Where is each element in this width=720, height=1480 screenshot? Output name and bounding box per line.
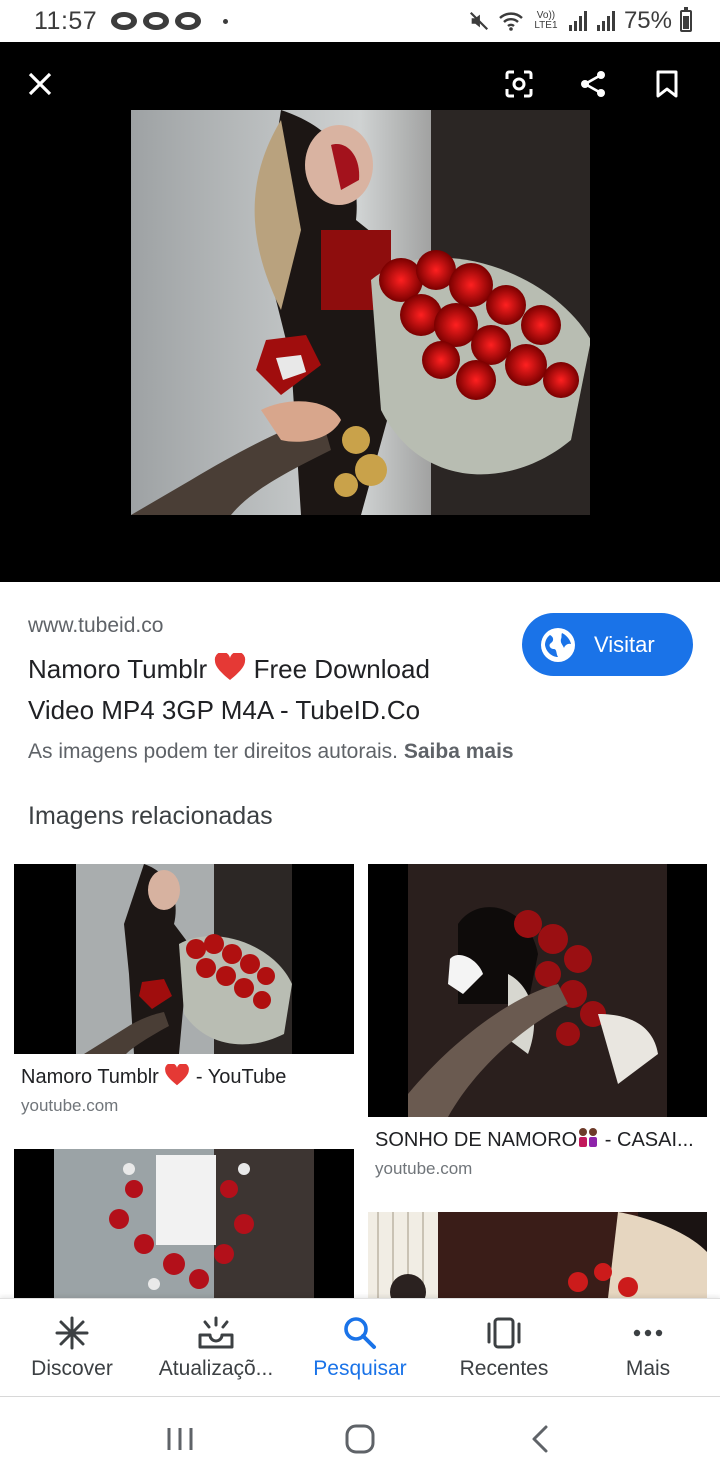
wifi-icon	[499, 12, 523, 31]
nav-updates[interactable]: Atualizaçõ...	[144, 1299, 288, 1396]
recent-apps-button[interactable]	[150, 1414, 210, 1464]
status-indicators: Vo)) LTE1 75%	[468, 7, 692, 35]
copyright-text: As imagens podem ter direitos autorais.	[28, 740, 399, 763]
globe-icon	[541, 627, 575, 662]
bookmark-icon	[656, 70, 678, 98]
related-title-2-text: SONHO DE NAMORO	[375, 1129, 578, 1151]
system-navigation-bar	[0, 1396, 720, 1480]
close-button[interactable]	[18, 62, 62, 106]
copyright-notice: As imagens podem ter direitos autorais. …	[28, 740, 514, 764]
bottom-navigation: Discover Atualizaçõ... Pesquisar Recente…	[0, 1298, 720, 1396]
related-title-2[interactable]: SONHO DE NAMORO - CASAI...	[375, 1127, 705, 1155]
related-image-3[interactable]	[14, 1149, 354, 1298]
visit-label: Visitar	[594, 631, 655, 657]
nav-search[interactable]: Pesquisar	[288, 1299, 432, 1396]
nav-recents[interactable]: Recentes	[432, 1299, 576, 1396]
related-images-heading: Imagens relacionadas	[28, 802, 273, 830]
nav-discover[interactable]: Discover	[0, 1299, 144, 1396]
visit-button[interactable]: Visitar	[522, 613, 693, 676]
related-domain-2: youtube.com	[375, 1159, 473, 1178]
nav-label: Mais	[625, 1357, 671, 1380]
back-icon	[532, 1425, 548, 1452]
updates-icon	[198, 1316, 234, 1349]
related-image-2[interactable]	[368, 864, 707, 1117]
thumbnail-couple-illustration	[408, 864, 667, 1117]
status-time: 11:57	[34, 6, 98, 35]
more-icon	[633, 1329, 663, 1337]
image-viewer	[0, 42, 720, 582]
heart-emoji-icon	[164, 1064, 190, 1092]
more-notifications-icon	[223, 18, 229, 24]
nav-label: Discover	[31, 1357, 113, 1380]
battery-icon	[680, 7, 692, 32]
source-url[interactable]: www.tubeid.co	[28, 614, 163, 638]
back-button[interactable]	[510, 1414, 570, 1464]
mute-icon	[469, 11, 488, 31]
nav-label: Atualizaçõ...	[158, 1357, 274, 1380]
battery-percent: 75%	[623, 7, 672, 34]
close-icon	[28, 72, 52, 96]
home-icon	[345, 1424, 375, 1453]
notification-icons	[111, 12, 229, 30]
screen: 11:57 Vo)) LTE1 75% www.tubeid.co Namoro…	[0, 0, 720, 1480]
bookmark-button[interactable]	[645, 62, 689, 106]
nav-label: Recentes	[459, 1357, 549, 1380]
network-type-label: Vo)) LTE1	[534, 10, 558, 31]
related-image-1[interactable]	[14, 864, 354, 1054]
notification-icon	[175, 12, 202, 30]
lens-button[interactable]	[497, 62, 541, 106]
thumbnail-flowers-illustration	[54, 1149, 314, 1298]
result-title-part1: Namoro Tumblr	[28, 654, 215, 684]
thumbnail-night-illustration	[368, 1212, 707, 1298]
notification-icon	[143, 12, 170, 30]
heart-emoji-icon	[214, 651, 246, 691]
share-button[interactable]	[571, 62, 615, 106]
lens-icon	[505, 70, 533, 98]
related-title-1-suffix: - YouTube	[190, 1066, 287, 1088]
recent-apps-icon	[167, 1427, 193, 1450]
result-title[interactable]: Namoro Tumblr Free Download Video MP4 3G…	[28, 650, 478, 729]
recents-icon	[487, 1317, 521, 1349]
nav-label: Pesquisar	[313, 1357, 407, 1380]
related-image-4[interactable]	[368, 1212, 707, 1298]
related-title-2-suffix: - CASAI...	[599, 1129, 694, 1151]
related-title-1-text: Namoro Tumblr	[21, 1066, 165, 1088]
signal-icon	[568, 11, 587, 31]
learn-more-link[interactable]: Saiba mais	[404, 740, 514, 763]
notification-icon	[111, 12, 138, 30]
signal-icon	[596, 11, 615, 31]
related-domain-1: youtube.com	[21, 1096, 119, 1115]
thumbnail-bouquet-illustration	[76, 864, 292, 1054]
nav-more[interactable]: Mais	[576, 1299, 720, 1396]
related-title-1[interactable]: Namoro Tumblr - YouTube	[21, 1064, 351, 1092]
share-icon	[581, 71, 605, 97]
photo-bouquet-illustration	[131, 110, 590, 515]
main-image[interactable]	[131, 110, 590, 515]
asterisk-icon	[55, 1316, 89, 1350]
status-bar: 11:57 Vo)) LTE1 75%	[0, 0, 720, 42]
couple-emoji-icon	[577, 1127, 599, 1155]
search-icon	[344, 1317, 376, 1349]
home-button[interactable]	[330, 1414, 390, 1464]
